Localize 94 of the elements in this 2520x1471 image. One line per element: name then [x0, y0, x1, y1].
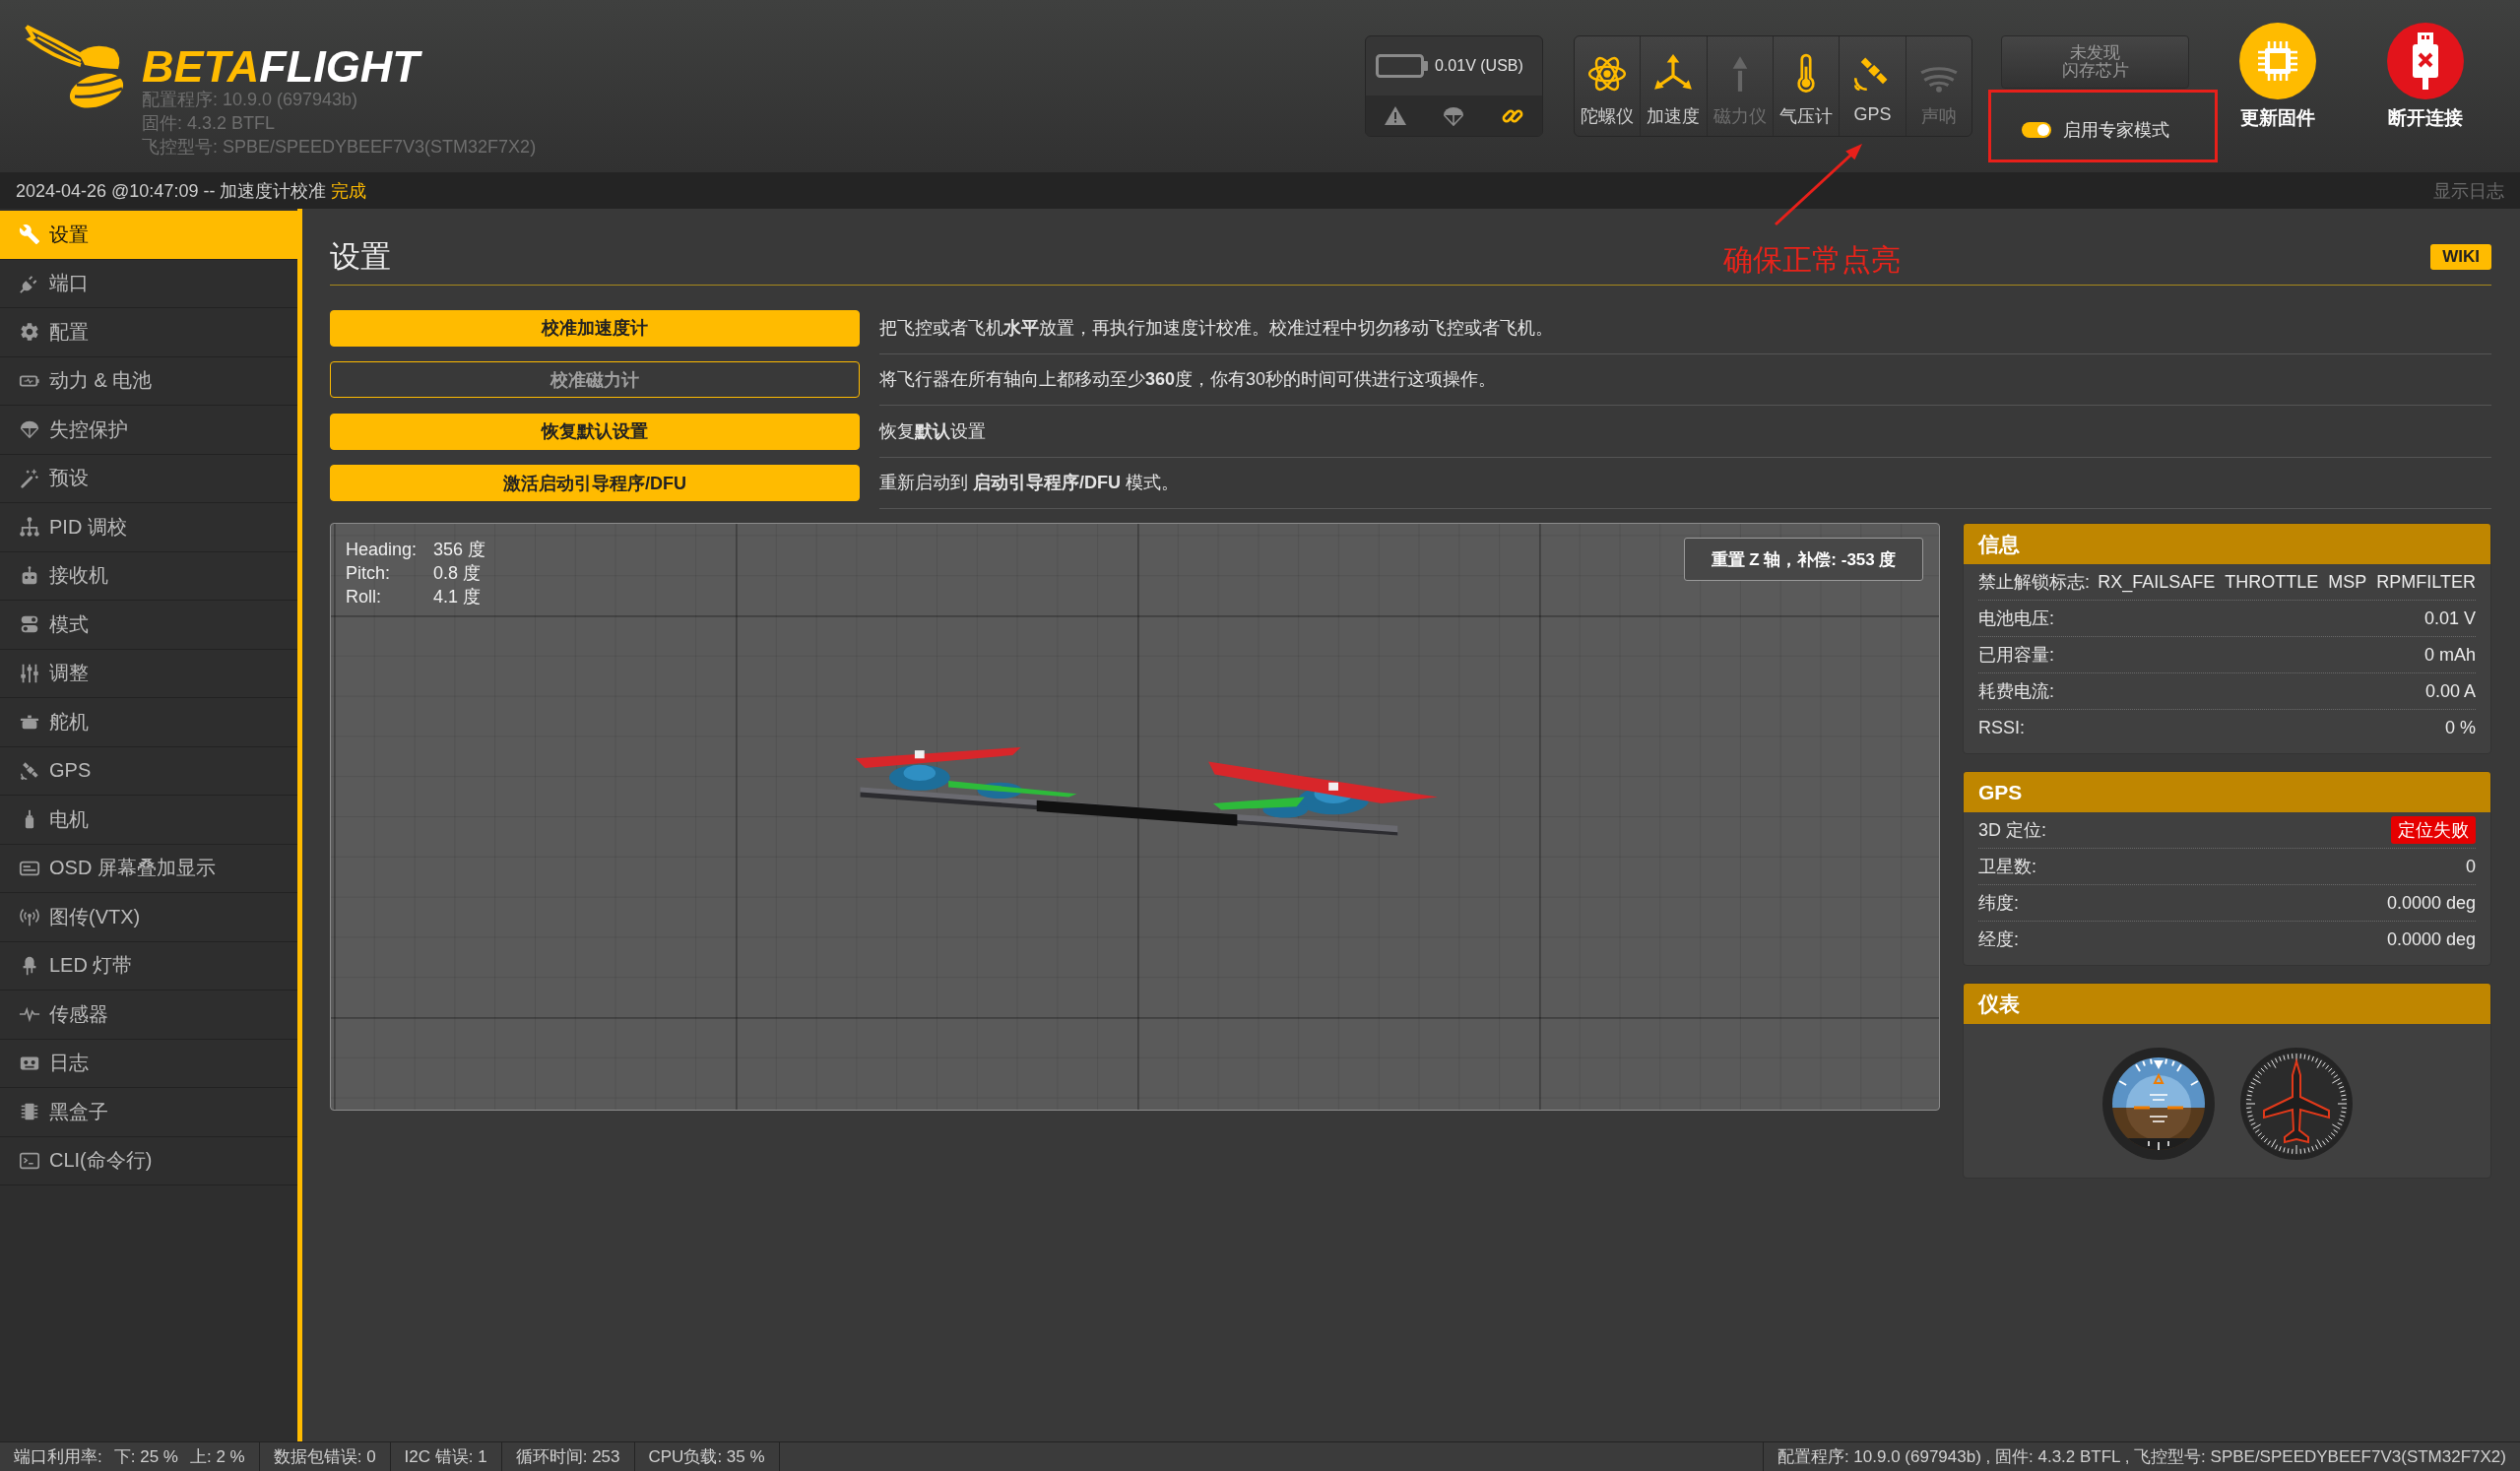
sidebar-item[interactable]: GPS	[0, 746, 297, 796]
sidebar-item[interactable]: 预设	[0, 454, 297, 503]
flash-status: 未发现 闪存芯片	[2001, 35, 2189, 89]
action-description: 重新启动到 启动引导程序/DFU 模式。	[879, 472, 1180, 495]
sensor-label: GPS	[1853, 104, 1892, 125]
status-item: 下: 25 %	[113, 1446, 178, 1468]
status-version: 配置程序: 10.9.0 (697943b) , 固件: 4.3.2 BTFL , 飞控型号: SPBE/SPEEDYBEEF7V3(STM32F7X2)	[1777, 1446, 2506, 1468]
info-value: 0.0000 deg	[2386, 892, 2476, 914]
arming-flag-label: RPMFILTER	[2376, 571, 2476, 593]
readout-label: Roll:	[346, 586, 382, 608]
sensor-label: 声呐	[1920, 105, 1957, 128]
action-button[interactable]: 校准加速度计	[330, 309, 860, 347]
panel-header: GPS	[1964, 772, 2490, 812]
info-value: 0 %	[2444, 717, 2476, 738]
sensor-label: 磁力仪	[1712, 105, 1767, 128]
parachute-icon	[19, 418, 40, 441]
sidebar-item[interactable]: LED 灯带	[0, 941, 297, 991]
info-label: RSSI:	[1978, 717, 2025, 738]
sensor-label: 气压计	[1779, 105, 1834, 128]
sensor-label: 陀螺仪	[1581, 105, 1635, 128]
hierarchy-icon	[19, 516, 40, 539]
sidebar-item[interactable]: 传感器	[0, 991, 297, 1040]
action-description: 把飞控或者飞机水平放置，再执行加速度计校准。校准过程中切勿移动飞控或者飞机。	[879, 316, 1553, 340]
readout-value: 356 度	[433, 539, 486, 561]
action-description: 将飞行器在所有轴向上都移动至少360度，你有30秒的时间可供进行这项操作。	[879, 368, 1497, 392]
info-label: 电池电压:	[1978, 608, 2054, 630]
action-button[interactable]: 恢复默认设置	[330, 413, 860, 450]
action-button[interactable]: 激活启动引导程序/DFU	[330, 465, 860, 502]
magic-wand-icon	[19, 467, 40, 489]
sidebar-item[interactable]: 图传(VTX)	[0, 893, 297, 942]
info-value: 0.0000 deg	[2386, 928, 2476, 950]
info-value: 0.01 V	[2423, 608, 2476, 629]
arming-flag-label: MSP	[2328, 571, 2367, 593]
battery-icon	[1376, 54, 1429, 78]
wiki-button[interactable]: WIKI	[2430, 243, 2491, 270]
readout-value: 0.8 度	[433, 562, 483, 585]
action-description: 恢复默认设置	[879, 419, 986, 443]
sidebar-item[interactable]: 电机	[0, 796, 297, 845]
sliders-icon	[19, 662, 40, 684]
chip-icon	[2239, 23, 2316, 99]
status-item: 数据包错误: 0	[273, 1446, 376, 1468]
update-firmware-button[interactable]: 更新固件	[2219, 23, 2337, 131]
expert-mode-label: 启用专家模式	[2063, 119, 2169, 142]
usb-plug-icon	[2387, 23, 2464, 99]
page-title: 设置	[330, 237, 391, 276]
info-value: 0.00 A	[2424, 680, 2476, 702]
sidebar-item[interactable]: 接收机	[0, 551, 297, 601]
sidebar-item[interactable]: CLI(命令行)	[0, 1136, 297, 1185]
status-item: CPU负载: 35 %	[648, 1446, 765, 1468]
reset-z-axis-button[interactable]: 重置 Z 轴，补偿: -353 度	[1684, 538, 1923, 581]
sidebar-item[interactable]: 调整	[0, 649, 297, 698]
expert-mode-switch[interactable]	[2022, 122, 2051, 138]
sidebar-item[interactable]: 动力 & 电池	[0, 356, 297, 406]
info-label: 经度:	[1978, 928, 2019, 951]
readout-label: Pitch:	[346, 562, 392, 585]
info-label: 卫星数:	[1978, 856, 2036, 878]
sidebar-item[interactable]: PID 调校	[0, 503, 297, 552]
info-value: 0 mAh	[2423, 644, 2476, 666]
sidebar-item[interactable]: 配置	[0, 308, 297, 357]
panel-header: 信息	[1964, 524, 2490, 564]
info-label: 3D 定位:	[1978, 819, 2046, 842]
status-item: 端口利用率:	[14, 1446, 102, 1468]
sidebar-item[interactable]: 设置	[0, 211, 297, 260]
sidebar-item[interactable]: 舵机	[0, 698, 297, 747]
arming-flag-label: THROTTLE	[2225, 571, 2319, 593]
status-item: 循环时间: 253	[515, 1446, 620, 1468]
version-line: 飞控型号: SPBE/SPEEDYBEEF7V3(STM32F7X2)	[142, 136, 537, 159]
disconnect-button[interactable]: 断开连接	[2366, 23, 2485, 131]
annotation-text: 确保正常点亮	[1723, 242, 1901, 278]
sensor-label: 加速度	[1647, 105, 1701, 128]
status-item: I2C 错误: 1	[404, 1446, 487, 1468]
readout-label: Heading:	[346, 539, 419, 561]
sidebar-item[interactable]: 模式	[0, 601, 297, 650]
info-label: 耗费电流:	[1978, 680, 2054, 703]
info-value: 0	[2466, 856, 2476, 877]
battery-reading: 0.01V (USB)	[1435, 57, 1523, 75]
version-line: 固件: 4.3.2 BTFL	[142, 112, 276, 135]
gear-icon	[19, 321, 40, 344]
fix-status-badge: 定位失败	[2391, 816, 2476, 844]
sidebar-item[interactable]: OSD 屏幕叠加显示	[0, 844, 297, 893]
info-label: 禁止解锁标志:	[1978, 571, 2090, 594]
info-label: 已用容量:	[1978, 644, 2054, 667]
panel-header: 仪表	[1964, 984, 2490, 1024]
sidebar-item[interactable]: 端口	[0, 259, 297, 308]
sidebar-item[interactable]: 日志	[0, 1039, 297, 1088]
sidebar-item[interactable]: 失控保护	[0, 406, 297, 455]
wrench-icon	[19, 224, 40, 246]
info-label: 纬度:	[1978, 892, 2019, 915]
status-item: 上: 2 %	[189, 1446, 245, 1468]
log-message: 2024-04-26 @10:47:09 -- 加速度计校准 完成	[16, 179, 367, 203]
readout-value: 4.1 度	[433, 586, 483, 608]
sidebar-item[interactable]: 黑盒子	[0, 1088, 297, 1137]
arming-flag-label: RX_FAILSAFE	[2098, 571, 2216, 593]
version-line: 配置程序: 10.9.0 (697943b)	[142, 89, 358, 111]
